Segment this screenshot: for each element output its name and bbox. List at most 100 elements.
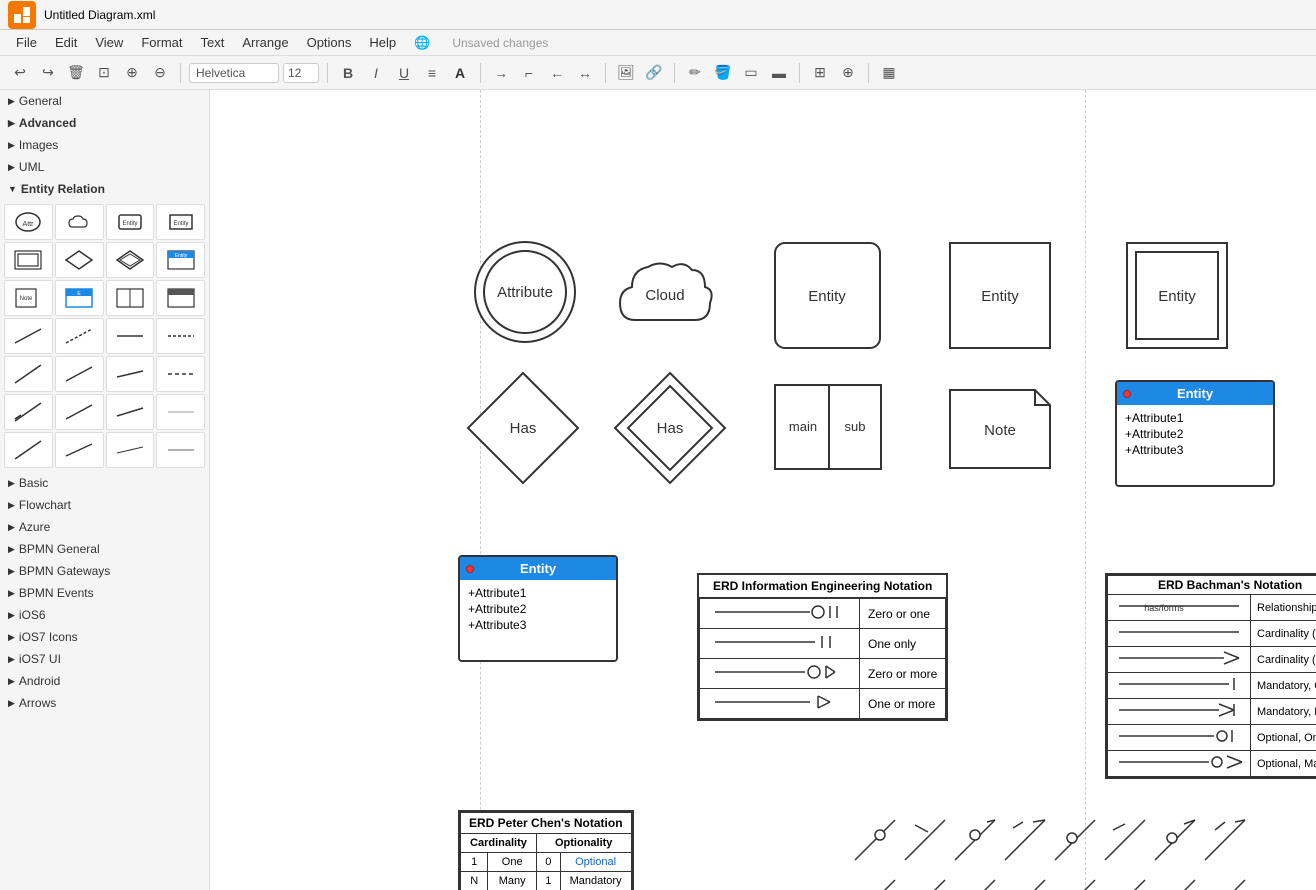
canvas-area[interactable]: Attribute Cloud Entity	[210, 90, 1316, 890]
link-button[interactable]: 🔗	[642, 61, 666, 85]
insert-button[interactable]: ⊕	[836, 61, 860, 85]
sidebar-icon-diag6[interactable]	[55, 394, 104, 430]
font-size-input[interactable]	[283, 63, 319, 83]
undo-button[interactable]: ↩	[8, 61, 32, 85]
entity-table-2[interactable]: Entity +Attribute1 +Attribute2 +Attribut…	[458, 555, 618, 662]
cloud-shape[interactable]: Cloud	[610, 245, 720, 348]
entity-double-shape[interactable]: Entity	[1122, 238, 1232, 356]
sidebar-icon-diag4[interactable]	[156, 356, 205, 392]
note-shape[interactable]: Note	[945, 385, 1055, 476]
sidebar-icon-cloud[interactable]	[55, 204, 104, 240]
sidebar-item-ios7-ui[interactable]: ▶ iOS7 UI	[0, 648, 209, 670]
bold-button[interactable]: B	[336, 61, 360, 85]
line-color-button[interactable]: ✏	[683, 61, 707, 85]
sidebar-icon-diamond1[interactable]	[55, 242, 104, 278]
menu-edit[interactable]: Edit	[47, 33, 85, 52]
sidebar-item-arrows[interactable]: ▶ Arrows	[0, 692, 209, 714]
arrow-both-button[interactable]: ↔	[573, 61, 597, 85]
sidebar-icon-diag5[interactable]	[4, 394, 53, 430]
sidebar-item-android[interactable]: ▶ Android	[0, 670, 209, 692]
bachman-title: ERD Bachman's Notation	[1108, 576, 1316, 595]
menu-arrange[interactable]: Arrange	[234, 33, 296, 52]
sidebar-icon-diag2[interactable]	[55, 356, 104, 392]
sidebar-icon-diamond2[interactable]	[106, 242, 155, 278]
unsaved-indicator: Unsaved changes	[452, 36, 548, 50]
menu-format[interactable]: Format	[133, 33, 190, 52]
zoom-out-button[interactable]: ⊖	[148, 61, 172, 85]
italic-button[interactable]: I	[364, 61, 388, 85]
svg-text:Note: Note	[984, 422, 1016, 439]
diamond-double-shape[interactable]: Has	[610, 368, 730, 491]
sidebar-item-basic[interactable]: ▶ Basic	[0, 472, 209, 494]
sidebar-icon-entity-rows[interactable]	[156, 280, 205, 316]
sidebar-item-flowchart[interactable]: ▶ Flowchart	[0, 494, 209, 516]
font-color-button[interactable]: A	[448, 61, 472, 85]
sidebar-icon-line4[interactable]	[156, 318, 205, 354]
attribute-shape[interactable]: Attribute	[470, 235, 580, 353]
sidebar-icon-diag9[interactable]	[4, 432, 53, 468]
sidebar-item-azure[interactable]: ▶ Azure	[0, 516, 209, 538]
toolbar-sep-3	[480, 63, 481, 83]
font-name-input[interactable]	[189, 63, 279, 83]
redo-button[interactable]: ↪	[36, 61, 60, 85]
sidebar-item-advanced[interactable]: ▶ Advanced	[0, 112, 209, 134]
entity-table-1[interactable]: Entity +Attribute1 +Attribute2 +Attribut…	[1115, 380, 1275, 487]
sidebar-item-bpmn-gateways[interactable]: ▶ BPMN Gateways	[0, 560, 209, 582]
sidebar-icon-line1[interactable]	[4, 318, 53, 354]
panel-button[interactable]: ▦	[877, 61, 901, 85]
sidebar-icon-diag12[interactable]	[156, 432, 205, 468]
sidebar-icon-entity-cols[interactable]	[106, 280, 155, 316]
sidebar-icon-diag1[interactable]	[4, 356, 53, 392]
underline-button[interactable]: U	[392, 61, 416, 85]
attr-1-2: +Attribute2	[1125, 427, 1265, 441]
sidebar-icon-note[interactable]: Note	[4, 280, 53, 316]
grid-button[interactable]: ⊞	[808, 61, 832, 85]
delete-button[interactable]: 🗑	[64, 61, 88, 85]
arrow-right-button[interactable]: →	[489, 61, 513, 85]
sidebar-icon-diag7[interactable]	[106, 394, 155, 430]
image-button[interactable]: 🖼	[614, 61, 638, 85]
sidebar-item-ios7-icons[interactable]: ▶ iOS7 Icons	[0, 626, 209, 648]
sidebar-icon-diag8[interactable]	[156, 394, 205, 430]
menu-help[interactable]: Help	[361, 33, 404, 52]
sidebar-item-bpmn-events[interactable]: ▶ BPMN Events	[0, 582, 209, 604]
sidebar-item-images[interactable]: ▶ Images	[0, 134, 209, 156]
sidebar-item-entity-relation[interactable]: ▼ Entity Relation	[0, 178, 209, 200]
shadow-button[interactable]: ▬	[767, 61, 791, 85]
sidebar-item-ios6[interactable]: ▶ iOS6	[0, 604, 209, 626]
menu-view[interactable]: View	[87, 33, 131, 52]
line-bend-button[interactable]: ⌐	[517, 61, 541, 85]
sidebar-icon-attribute[interactable]: Attr	[4, 204, 53, 240]
menu-text[interactable]: Text	[192, 33, 232, 52]
menu-globe[interactable]: 🌐	[406, 33, 438, 53]
sidebar-item-bpmn-general[interactable]: ▶ BPMN General	[0, 538, 209, 560]
sidebar-icon-line3[interactable]	[106, 318, 155, 354]
sidebar-item-uml[interactable]: ▶ UML	[0, 156, 209, 178]
zoom-in-button[interactable]: ⊕	[120, 61, 144, 85]
sub-entity-shape[interactable]: main sub	[773, 383, 883, 474]
sidebar-icon-diag3[interactable]	[106, 356, 155, 392]
entity-rounded-shape[interactable]: Entity	[770, 238, 885, 356]
sidebar-icon-entity1[interactable]: Entity	[106, 204, 155, 240]
sidebar-icon-entity2[interactable]: Entity	[156, 204, 205, 240]
sidebar-icon-entity-blue[interactable]: E	[55, 280, 104, 316]
peter-r2-c2: Many	[488, 872, 536, 890]
sidebar-icon-entity-double[interactable]	[4, 242, 53, 278]
sidebar-icon-diag11[interactable]	[106, 432, 155, 468]
entity-sharp-shape[interactable]: Entity	[945, 238, 1055, 356]
diamond-simple-shape[interactable]: Has	[463, 368, 583, 491]
sidebar-icon-entity-table1[interactable]: Entity	[156, 242, 205, 278]
align-left-button[interactable]: ≡	[420, 61, 444, 85]
menu-file[interactable]: File	[8, 33, 45, 52]
rect-button[interactable]: ▭	[739, 61, 763, 85]
table-row: Cardinality Optionality	[461, 834, 632, 853]
sidebar-icon-diag10[interactable]	[55, 432, 104, 468]
toolbar-sep-6	[799, 63, 800, 83]
arrow-left-button[interactable]: ←	[545, 61, 569, 85]
fill-color-button[interactable]: 🪣	[711, 61, 735, 85]
sidebar-icon-line2[interactable]	[55, 318, 104, 354]
fit-button[interactable]: ⊡	[92, 61, 116, 85]
bachman-label-2: Cardinality (One)	[1251, 621, 1316, 647]
menu-options[interactable]: Options	[299, 33, 360, 52]
sidebar-item-general[interactable]: ▶ General	[0, 90, 209, 112]
